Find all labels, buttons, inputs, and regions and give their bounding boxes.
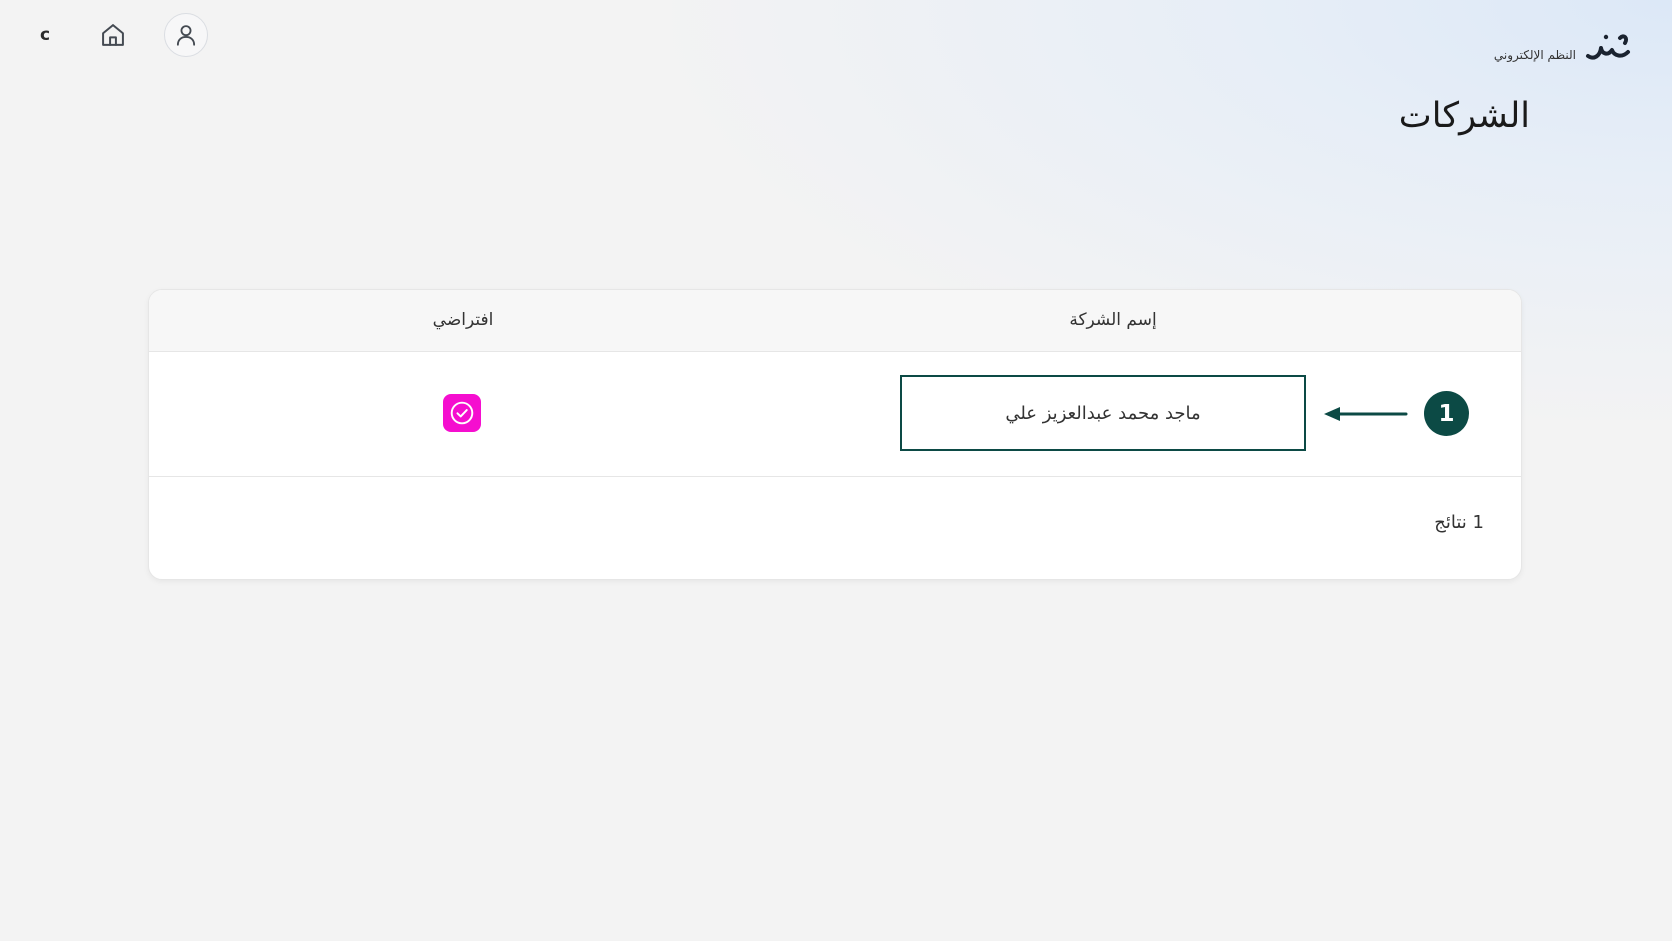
default-checkbox[interactable] — [443, 394, 481, 432]
profile-button[interactable] — [164, 13, 208, 57]
top-controls: c — [36, 12, 208, 58]
brand-logo-icon — [1586, 34, 1630, 60]
brand-logo: النظم الإلكتروني — [1494, 26, 1632, 66]
results-count: 1 نتائج — [1434, 512, 1484, 533]
column-header-default[interactable]: افتراضي — [433, 290, 494, 351]
page-title: الشركات — [1398, 96, 1530, 136]
table-header: إسم الشركة افتراضي — [149, 290, 1521, 352]
home-button[interactable] — [98, 20, 128, 50]
step-badge: 1 — [1424, 391, 1469, 436]
companies-table: إسم الشركة افتراضي 1 ماجد محمد عبدالعزيز… — [148, 289, 1522, 580]
arrow-left-icon — [1324, 407, 1408, 421]
column-header-company-name[interactable]: إسم الشركة — [1069, 290, 1156, 351]
language-toggle[interactable]: c — [36, 25, 54, 45]
user-icon — [176, 25, 196, 46]
home-icon — [102, 24, 124, 46]
brand-logo-text: النظم الإلكتروني — [1493, 48, 1576, 62]
check-circle-icon — [450, 401, 474, 425]
table-row[interactable]: 1 ماجد محمد عبدالعزيز علي — [149, 352, 1521, 477]
company-name-cell[interactable]: ماجد محمد عبدالعزيز علي — [900, 375, 1306, 451]
